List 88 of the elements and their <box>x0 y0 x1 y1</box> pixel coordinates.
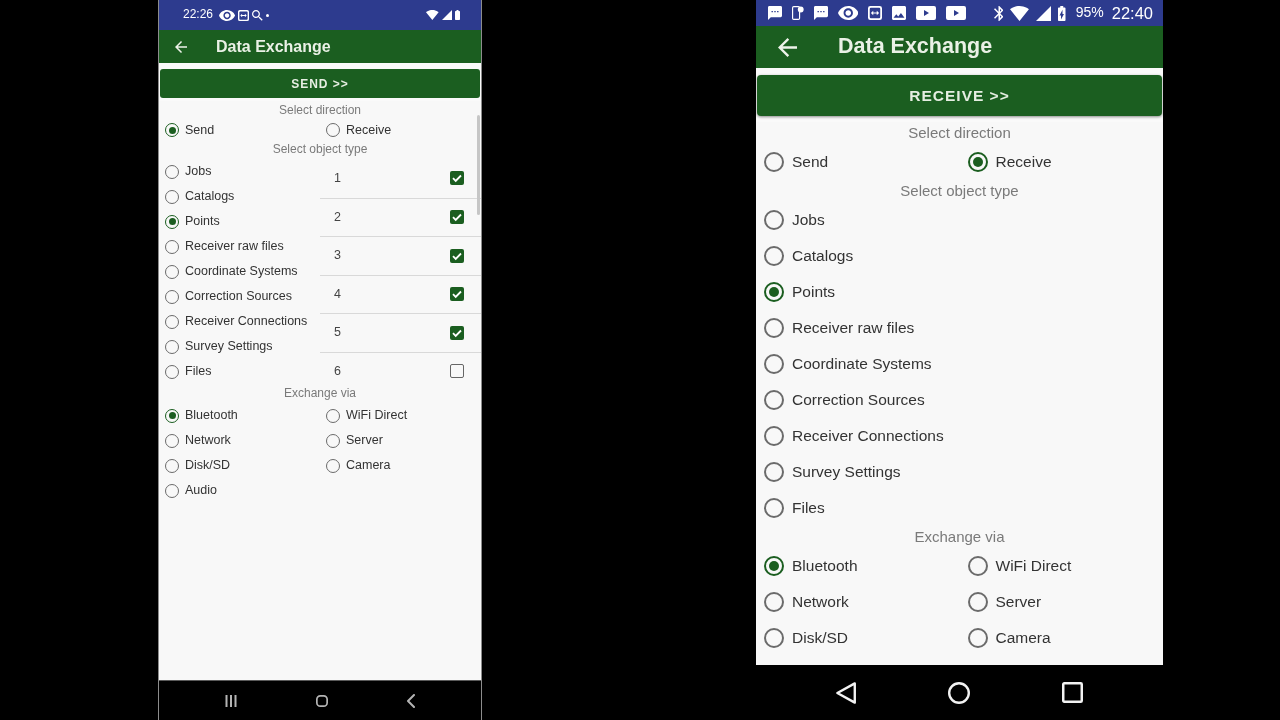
section-heading: Select direction <box>278 103 361 118</box>
item-number: 2 <box>334 209 341 225</box>
radio-option[interactable]: Network <box>764 592 849 612</box>
radio-option[interactable]: Jobs <box>764 210 825 230</box>
item-number: 1 <box>334 170 341 186</box>
eye-icon <box>219 9 236 21</box>
section-heading: Exchange via <box>283 386 356 401</box>
checkbox[interactable] <box>450 210 464 225</box>
action-button[interactable]: SEND >> <box>160 69 480 98</box>
radio-option[interactable]: Files <box>764 498 825 518</box>
radio-option[interactable]: Coordinate Systems <box>165 264 298 279</box>
arrow-left-icon <box>175 40 187 53</box>
radio-option[interactable]: WiFi Direct <box>967 556 1072 576</box>
phone-badge-icon <box>792 6 804 20</box>
checkbox[interactable] <box>450 325 464 340</box>
radio-option[interactable]: Audio <box>165 483 217 498</box>
checkbox[interactable] <box>450 364 464 379</box>
item-number: 4 <box>334 286 341 302</box>
battery-percentage: 95% <box>1075 5 1104 21</box>
action-button[interactable]: RECEIVE >> <box>757 75 1162 116</box>
radio-option[interactable]: Receive <box>967 152 1052 172</box>
radio-option[interactable]: Receiver raw files <box>764 318 915 338</box>
wifi-icon <box>1010 5 1030 21</box>
double-arrow-box-icon <box>868 6 883 20</box>
radio-option[interactable]: Survey Settings <box>165 339 273 354</box>
back-button[interactable] <box>778 37 797 57</box>
double-arrow-box-icon <box>238 9 250 21</box>
radio-option[interactable]: Receiver Connections <box>764 426 944 446</box>
radio-option[interactable]: Server <box>967 592 1042 612</box>
radio-option[interactable]: Survey Settings <box>764 462 901 482</box>
checkbox[interactable] <box>450 248 464 263</box>
radio-option[interactable]: Disk/SD <box>165 458 231 473</box>
signal-icon <box>442 10 452 20</box>
screen-title: Data Exchange <box>216 36 331 57</box>
battery-icon <box>455 10 460 20</box>
search-icon <box>252 9 264 21</box>
radio-option[interactable]: Send <box>764 152 829 172</box>
radio-option[interactable]: Correction Sources <box>165 289 292 304</box>
radio-option[interactable]: Receiver Connections <box>165 314 308 329</box>
back-icon[interactable] <box>407 693 415 708</box>
dot-icon <box>266 13 270 17</box>
bluetooth-icon <box>993 5 1004 21</box>
radio-option[interactable]: Points <box>165 214 220 229</box>
section-heading: Select direction <box>908 124 1011 142</box>
radio-option[interactable]: Catalogs <box>165 189 235 204</box>
radio-option[interactable]: Camera <box>326 458 391 473</box>
status-time: 22:26 <box>183 8 214 22</box>
radio-option[interactable]: Files <box>165 364 212 379</box>
item-number: 5 <box>334 325 341 341</box>
recents-icon[interactable] <box>1062 682 1084 703</box>
wifi-icon <box>426 10 439 20</box>
back-button[interactable] <box>175 40 187 53</box>
radio-option[interactable]: Send <box>165 122 215 138</box>
radio-option[interactable]: Bluetooth <box>764 556 858 576</box>
checkbox[interactable] <box>450 171 464 186</box>
message-icon <box>768 6 782 20</box>
radio-option[interactable]: Points <box>764 282 836 302</box>
radio-option[interactable]: WiFi Direct <box>326 408 408 423</box>
screen-title: Data Exchange <box>838 34 993 60</box>
scroll-bar[interactable] <box>477 115 480 215</box>
radio-option[interactable]: Receive <box>326 122 392 138</box>
radio-option[interactable]: Coordinate Systems <box>764 354 932 374</box>
arrow-left-icon <box>778 37 797 57</box>
item-number: 3 <box>334 248 341 264</box>
radio-option[interactable]: Bluetooth <box>165 408 238 423</box>
radio-option[interactable]: Camera <box>967 628 1051 648</box>
item-number: 6 <box>334 363 341 379</box>
status-time: 22:40 <box>1111 3 1153 23</box>
checkbox[interactable] <box>450 287 464 302</box>
section-heading: Exchange via <box>914 528 1005 546</box>
radio-option[interactable]: Correction Sources <box>764 390 925 410</box>
message-icon <box>813 6 828 20</box>
section-heading: Select object type <box>900 182 1019 200</box>
section-heading: Select object type <box>272 142 368 157</box>
battery-charging-icon <box>1058 5 1066 21</box>
play-icon <box>946 6 967 20</box>
image-icon <box>892 6 907 20</box>
radio-option[interactable]: Receiver raw files <box>165 239 284 254</box>
signal-icon <box>1036 5 1052 21</box>
eye-icon <box>837 6 859 20</box>
radio-option[interactable]: Network <box>165 433 231 448</box>
radio-option[interactable]: Catalogs <box>764 246 854 266</box>
recents-icon[interactable] <box>225 694 237 707</box>
radio-option[interactable]: Jobs <box>165 164 212 179</box>
home-icon[interactable] <box>316 694 328 707</box>
radio-option[interactable]: Disk/SD <box>764 628 848 648</box>
play-icon <box>916 6 937 20</box>
radio-option[interactable]: Server <box>326 433 383 448</box>
